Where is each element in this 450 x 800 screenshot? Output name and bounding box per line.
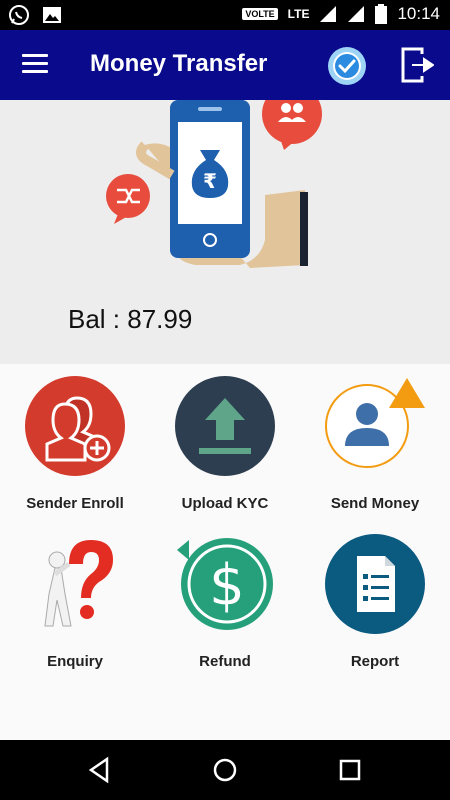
sender-enroll-label: Sender Enroll: [26, 495, 124, 512]
upload-kyc-button[interactable]: Upload KYC: [150, 376, 300, 512]
svg-text:$: $: [209, 553, 245, 618]
add-user-icon: [25, 376, 125, 476]
system-nav-bar: [0, 740, 450, 800]
image-icon: [43, 7, 61, 23]
logout-icon[interactable]: [400, 46, 434, 84]
refund-label: Refund: [199, 653, 251, 670]
battery-icon: [375, 4, 388, 24]
recents-icon[interactable]: [335, 755, 365, 785]
upload-kyc-label: Upload KYC: [181, 495, 269, 512]
upload-icon: [175, 376, 275, 476]
phone-in-hand-rupee-illustration: ₹: [106, 100, 322, 268]
volte-badge: VOLTE: [242, 8, 278, 20]
home-icon[interactable]: [210, 755, 240, 785]
user-warning-icon: [325, 378, 425, 468]
enquiry-button[interactable]: Enquiry: [0, 534, 150, 670]
send-money-label: Send Money: [330, 495, 420, 512]
balance-text: Bal : 87.99: [68, 304, 193, 334]
report-document-icon: [325, 534, 425, 634]
enquiry-label: Enquiry: [47, 653, 103, 670]
app-bar: Money Transfer: [0, 30, 450, 100]
hero-section: ₹ Bal : 87.99: [0, 100, 450, 364]
status-bar: VOLTE LTE 10:14: [0, 0, 450, 30]
clock: 10:14: [397, 4, 440, 23]
rupee-symbol: ₹: [203, 169, 217, 193]
signal-icon: [320, 6, 337, 22]
verified-check-icon[interactable]: [327, 46, 367, 86]
network-type: LTE: [287, 7, 310, 21]
send-money-button[interactable]: Send Money: [300, 376, 450, 512]
whatsapp-icon: [9, 5, 29, 25]
refund-dollar-icon: $: [177, 538, 273, 630]
question-icon: [44, 540, 113, 627]
page-title: Money Transfer: [90, 50, 268, 77]
signal-icon: [348, 6, 365, 22]
report-button[interactable]: Report: [300, 534, 450, 670]
sender-enroll-button[interactable]: Sender Enroll: [0, 376, 150, 512]
menu-grid: Sender Enroll Upload KYC Send Money Enqu…: [0, 364, 450, 740]
back-icon[interactable]: [85, 755, 115, 785]
menu-icon[interactable]: [22, 54, 48, 76]
refund-button[interactable]: $ Refund: [150, 534, 300, 670]
report-label: Report: [350, 653, 400, 670]
